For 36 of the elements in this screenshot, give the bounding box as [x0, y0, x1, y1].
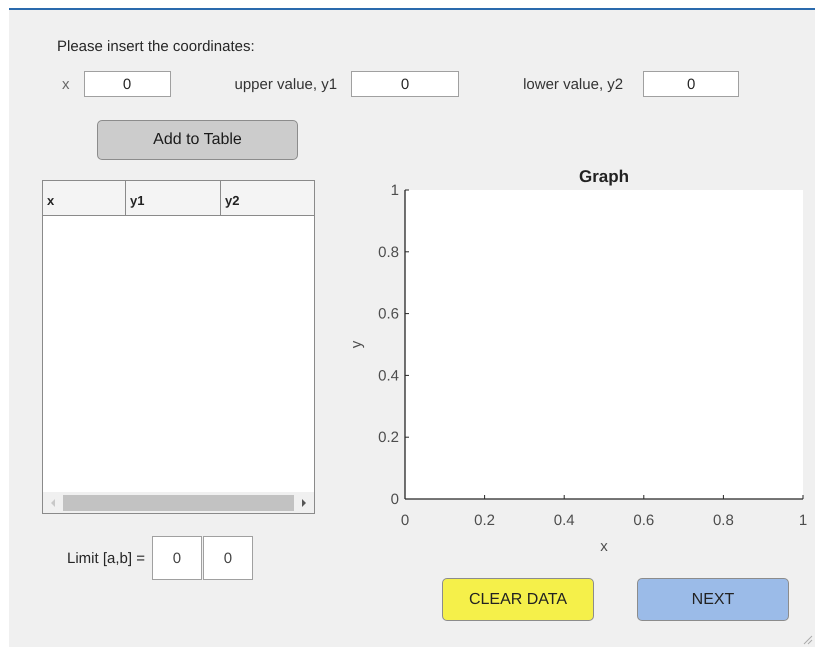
y-tick-label: 0.4	[378, 367, 399, 384]
x-tick-label: 0.2	[474, 512, 496, 529]
limit-field[interactable]: 0	[152, 536, 202, 580]
y-tick-label: 0.6	[378, 306, 399, 323]
limit-label: Limit [a,b] =	[67, 550, 145, 566]
x-tick-label: 0.4	[554, 512, 575, 529]
resize-grip-icon[interactable]	[801, 633, 813, 645]
input-field[interactable]: 0	[84, 71, 170, 97]
chart-title: Graph	[578, 167, 630, 186]
column-header[interactable]: y1	[126, 181, 221, 215]
right-arrow-icon[interactable]	[300, 498, 308, 508]
field-label: lower value, y2	[523, 76, 624, 92]
instruction-text: Please insert the coordinates:	[56, 37, 256, 57]
column-header[interactable]: x	[43, 181, 126, 215]
action-button[interactable]: CLEAR DATA	[442, 578, 594, 621]
x-tick-label: 1	[798, 512, 808, 529]
scrollbar-thumb[interactable]	[63, 494, 294, 510]
scrollbar[interactable]	[43, 492, 314, 513]
input-field[interactable]: 0	[643, 71, 740, 97]
x-axis-label: x	[600, 538, 608, 555]
x-tick-label: 0.8	[712, 512, 734, 529]
x-tick-label: 0.6	[633, 512, 654, 529]
y-axis-label: y	[348, 340, 365, 348]
y-tick-label: 0.2	[378, 429, 399, 446]
y-tick-label: 1	[390, 182, 399, 199]
field-label: upper value, y1	[234, 76, 338, 92]
column-header[interactable]: y2	[221, 181, 314, 215]
y-tick-label: 0	[390, 491, 399, 508]
left-arrow-icon[interactable]	[49, 498, 57, 508]
x-tick-label: 0	[400, 512, 410, 529]
add-to-table-button[interactable]: Add to Table	[97, 120, 298, 160]
y-tick-label: 0.8	[378, 244, 399, 261]
field-label: x	[62, 76, 70, 92]
action-button[interactable]: NEXT	[637, 578, 789, 621]
limit-field[interactable]: 0	[202, 536, 253, 580]
input-field[interactable]: 0	[351, 71, 460, 97]
